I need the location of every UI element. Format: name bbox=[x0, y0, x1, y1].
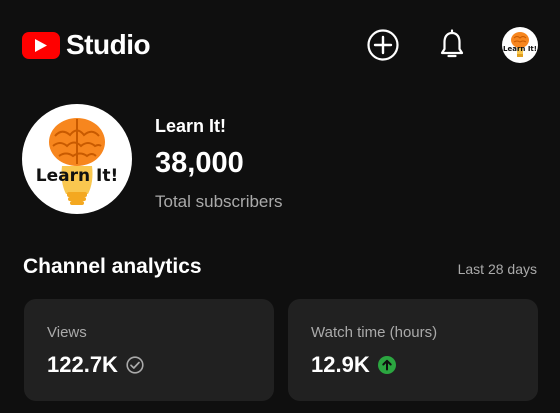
channel-name: Learn It! bbox=[155, 116, 227, 136]
account-avatar[interactable]: Learn It! bbox=[502, 27, 538, 63]
analytics-title: Channel analytics bbox=[23, 255, 202, 278]
analytics-period: Last 28 days bbox=[457, 261, 537, 277]
views-label: Views bbox=[47, 324, 87, 341]
watch-time-value-row: 12.9K bbox=[311, 352, 396, 378]
app-name: Studio bbox=[66, 29, 151, 60]
subscriber-label: Total subscribers bbox=[155, 192, 283, 211]
notifications-button[interactable] bbox=[435, 28, 469, 62]
channel-avatar[interactable]: Learn It! bbox=[22, 104, 132, 214]
bell-icon bbox=[440, 29, 464, 58]
views-value: 122.7K bbox=[47, 352, 118, 377]
create-plus-icon bbox=[367, 29, 399, 61]
top-app-bar: Studio Learn It! bbox=[0, 0, 560, 90]
watch-time-value: 12.9K bbox=[311, 352, 370, 377]
svg-text:Learn It!: Learn It! bbox=[36, 166, 118, 186]
watch-time-card[interactable]: Watch time (hours) 12.9K bbox=[288, 299, 538, 401]
create-button[interactable] bbox=[366, 28, 400, 62]
youtube-play-icon bbox=[22, 31, 60, 59]
youtube-studio-logo[interactable]: Studio bbox=[22, 28, 151, 62]
arrow-up-circle-icon bbox=[377, 356, 396, 374]
brain-bulb-logo-icon: Learn It! bbox=[36, 118, 118, 205]
views-value-row: 122.7K bbox=[47, 352, 144, 378]
watch-time-label: Watch time (hours) bbox=[311, 324, 438, 341]
views-card[interactable]: Views 122.7K bbox=[24, 299, 274, 401]
brain-bulb-logo-icon: Learn It! bbox=[503, 32, 537, 57]
subscriber-count: 38,000 bbox=[155, 147, 244, 179]
svg-text:Learn It!: Learn It! bbox=[503, 45, 537, 53]
check-circle-icon bbox=[126, 356, 144, 374]
